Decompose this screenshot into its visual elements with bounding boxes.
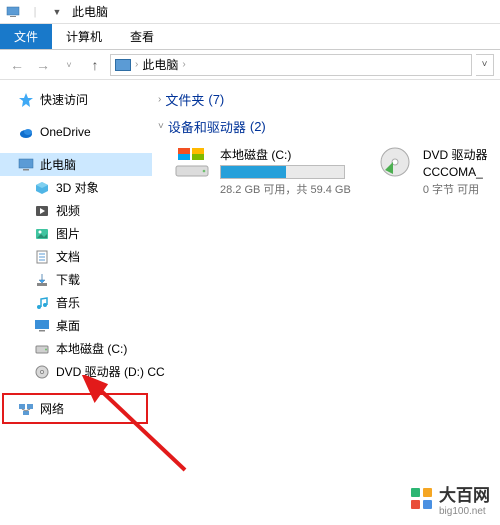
- document-icon: [34, 249, 50, 265]
- titlebar-divider: |: [28, 5, 42, 19]
- sidebar-quick-access[interactable]: 快速访问: [0, 88, 152, 111]
- nav-history-dropdown[interactable]: ˅: [58, 54, 80, 76]
- devices-section-header[interactable]: ˅ 设备和驱动器 (2): [158, 113, 500, 140]
- drive-name: DVD 驱动器: [423, 146, 488, 163]
- pc-icon: [6, 5, 20, 19]
- sidebar-videos[interactable]: 视频: [0, 199, 152, 222]
- sidebar-label: DVD 驱动器 (D:) CC: [56, 363, 165, 380]
- sidebar-music[interactable]: 音乐: [0, 291, 152, 314]
- chevron-right-icon: ›: [182, 59, 185, 70]
- drive-stats: 28.2 GB 可用，共 59.4 GB: [220, 181, 351, 197]
- address-dropdown-button[interactable]: ˅: [476, 54, 494, 76]
- sidebar-label: 此电脑: [40, 156, 76, 173]
- drives-list: 本地磁盘 (C:) 28.2 GB 可用，共 59.4 GB DV: [158, 140, 500, 197]
- window-titlebar: | ▼ 此电脑: [0, 0, 500, 24]
- sidebar-downloads[interactable]: 下载: [0, 268, 152, 291]
- navigation-sidebar: 快速访问 OneDrive 此电脑 3D 对象 视频: [0, 80, 152, 525]
- drive-dvd[interactable]: DVD 驱动器 CCCOMA_ 0 字节 可用: [375, 146, 488, 197]
- nav-forward-button[interactable]: →: [32, 54, 54, 76]
- address-pc-icon: [115, 59, 131, 71]
- drive-icon: [34, 341, 50, 357]
- sidebar-network[interactable]: 网络: [4, 397, 146, 420]
- music-icon: [34, 295, 50, 311]
- watermark-url: big100.net: [439, 506, 490, 517]
- section-label: 文件夹: [165, 90, 204, 109]
- nav-back-button[interactable]: ←: [6, 54, 28, 76]
- sidebar-label: 本地磁盘 (C:): [56, 340, 127, 357]
- desktop-icon: [34, 318, 50, 334]
- drive-usage-fill: [221, 166, 286, 178]
- sidebar-local-disk-c[interactable]: 本地磁盘 (C:): [0, 337, 152, 360]
- sidebar-desktop[interactable]: 桌面: [0, 314, 152, 337]
- video-icon: [34, 203, 50, 219]
- nav-up-button[interactable]: ↑: [84, 54, 106, 76]
- content-pane: › 文件夹 (7) ˅ 设备和驱动器 (2): [152, 80, 500, 525]
- sidebar-label: 3D 对象: [56, 179, 99, 196]
- chevron-right-icon: ›: [158, 94, 161, 105]
- sidebar-pictures[interactable]: 图片: [0, 222, 152, 245]
- sidebar-label: 快速访问: [40, 91, 88, 108]
- drive-sub: CCCOMA_: [423, 165, 488, 179]
- sidebar-label: 桌面: [56, 317, 80, 334]
- hdd-icon: [172, 146, 212, 178]
- dvd-icon: [375, 146, 415, 178]
- cube-icon: [34, 180, 50, 196]
- network-highlight-box: 网络: [2, 393, 148, 424]
- menu-computer[interactable]: 计算机: [52, 24, 116, 49]
- sidebar-label: 网络: [40, 400, 64, 417]
- drive-name: 本地磁盘 (C:): [220, 146, 351, 163]
- titlebar-dropdown-icon[interactable]: ▼: [50, 5, 64, 19]
- disc-icon: [34, 364, 50, 380]
- sidebar-3d-objects[interactable]: 3D 对象: [0, 176, 152, 199]
- section-count: (7): [208, 92, 224, 107]
- menu-view[interactable]: 查看: [116, 24, 168, 49]
- sidebar-documents[interactable]: 文档: [0, 245, 152, 268]
- drive-local-c[interactable]: 本地磁盘 (C:) 28.2 GB 可用，共 59.4 GB: [172, 146, 351, 197]
- menu-file[interactable]: 文件: [0, 24, 52, 49]
- drive-stats: 0 字节 可用: [423, 181, 488, 197]
- address-field[interactable]: › 此电脑 ›: [110, 54, 472, 76]
- download-icon: [34, 272, 50, 288]
- network-icon: [18, 401, 34, 417]
- cloud-icon: [18, 124, 34, 140]
- sidebar-label: 视频: [56, 202, 80, 219]
- chevron-right-icon: ›: [135, 59, 138, 70]
- sidebar-label: 音乐: [56, 294, 80, 311]
- watermark-brand: 大百网: [439, 481, 490, 506]
- drive-usage-bar: [220, 165, 345, 179]
- sidebar-label: 下载: [56, 271, 80, 288]
- sidebar-label: OneDrive: [40, 125, 91, 139]
- sidebar-dvd-drive[interactable]: DVD 驱动器 (D:) CC: [0, 360, 152, 383]
- sidebar-onedrive[interactable]: OneDrive: [0, 121, 152, 143]
- star-icon: [18, 92, 34, 108]
- sidebar-label: 文档: [56, 248, 80, 265]
- watermark-logo-icon: [411, 488, 433, 510]
- section-count: (2): [250, 119, 266, 134]
- section-label: 设备和驱动器: [168, 117, 246, 136]
- folders-section-header[interactable]: › 文件夹 (7): [158, 86, 500, 113]
- watermark: 大百网 big100.net: [411, 481, 490, 517]
- sidebar-this-pc[interactable]: 此电脑: [0, 153, 152, 176]
- picture-icon: [34, 226, 50, 242]
- addressbar: ← → ˅ ↑ › 此电脑 › ˅: [0, 50, 500, 80]
- chevron-down-icon: ˅: [158, 121, 164, 132]
- menubar: 文件 计算机 查看: [0, 24, 500, 50]
- address-segment[interactable]: 此电脑: [142, 56, 178, 73]
- sidebar-label: 图片: [56, 225, 80, 242]
- pc-icon: [18, 157, 34, 173]
- window-title: 此电脑: [72, 3, 108, 20]
